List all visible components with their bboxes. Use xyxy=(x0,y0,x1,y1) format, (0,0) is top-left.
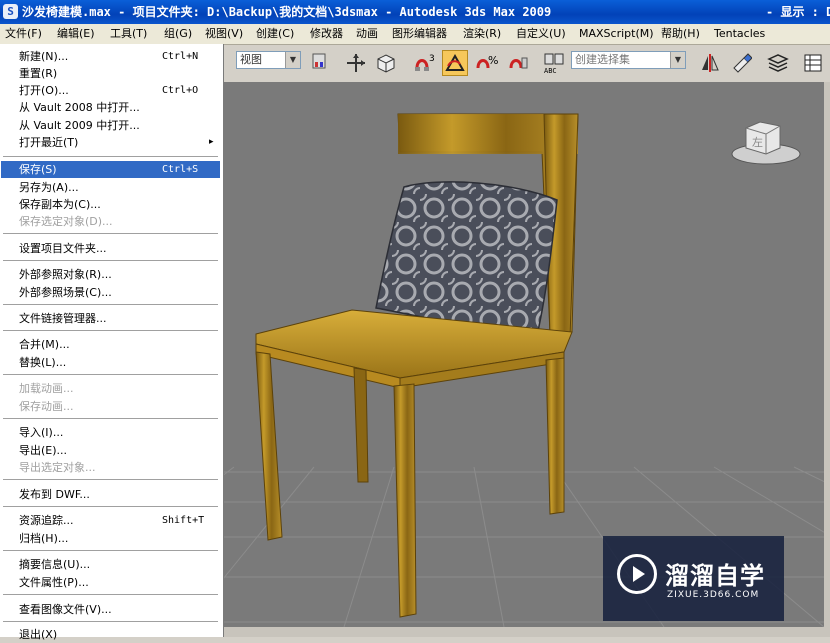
menu-item-save[interactable]: 保存(S) Ctrl+S xyxy=(1,161,220,178)
menu-item-save-animation: 保存动画... xyxy=(19,400,74,413)
named-selection-sets-dropdown[interactable]: 创建选择集 ▼ xyxy=(571,51,686,69)
mirror-icon[interactable] xyxy=(697,50,723,76)
menu-create[interactable]: 创建(C) xyxy=(256,26,294,42)
menu-edit[interactable]: 编辑(E) xyxy=(57,26,95,42)
menu-item-xref-scene[interactable]: 外部参照场景(C)... xyxy=(1,284,220,301)
menu-separator xyxy=(3,330,218,331)
menu-item-open[interactable]: 打开(O)... Ctrl+O xyxy=(1,82,220,99)
graphite-modeling-tools-icon[interactable] xyxy=(800,50,826,76)
menu-separator xyxy=(3,156,218,157)
menu-separator xyxy=(3,479,218,480)
window-title: 沙发椅建模.max - 项目文件夹: D:\Backup\我的文档\3dsmax… xyxy=(22,5,552,19)
play-logo-icon xyxy=(617,554,657,594)
menu-file[interactable]: 文件(F) xyxy=(5,26,42,42)
submenu-arrow-icon: ▸ xyxy=(209,137,214,147)
menu-item-xref-objects[interactable]: 外部参照对象(R)... xyxy=(1,266,220,283)
menu-views[interactable]: 视图(V) xyxy=(205,26,243,42)
menu-help[interactable]: 帮助(H) xyxy=(661,26,700,42)
menu-maxscript[interactable]: MAXScript(M) xyxy=(579,26,654,42)
menu-bar: 文件(F) 编辑(E) 工具(T) 组(G) 视图(V) 创建(C) 修改器 动… xyxy=(0,24,830,45)
chair-leg-front-right xyxy=(393,383,417,618)
menu-item-replace[interactable]: 替换(L)... xyxy=(1,354,220,371)
menu-separator xyxy=(3,594,218,595)
menu-item-set-project-folder[interactable]: 设置项目文件夹... xyxy=(1,240,220,257)
watermark: 溜溜自学 ZIXUE.3D66.COM xyxy=(603,536,784,621)
watermark-url: ZIXUE.3D66.COM xyxy=(667,590,760,600)
named-selection-sets-placeholder: 创建选择集 xyxy=(575,53,630,66)
pivot-center-icon[interactable] xyxy=(306,50,332,76)
chair-leg-back-left xyxy=(353,367,369,483)
menu-item-merge[interactable]: 合并(M)... xyxy=(1,336,220,353)
menu-separator xyxy=(3,233,218,234)
chevron-down-icon: ▼ xyxy=(285,52,300,68)
menu-item-file-properties[interactable]: 文件属性(P)... xyxy=(1,574,220,591)
svg-text:ABC: ABC xyxy=(544,67,557,75)
menu-separator xyxy=(3,506,218,507)
menu-group[interactable]: 组(G) xyxy=(164,26,192,42)
chair-leg-back-right xyxy=(545,357,565,515)
snap-dimension-label: 3 xyxy=(429,54,435,64)
file-menu-dropdown: 新建(N)... Ctrl+N 重置(R) 打开(O)... Ctrl+O 从 … xyxy=(0,44,224,641)
menu-item-asset-tracking[interactable]: 资源追踪... Shift+T xyxy=(1,512,220,529)
menu-modifiers[interactable]: 修改器 xyxy=(310,26,343,42)
reference-coordinate-dropdown[interactable]: 视图 ▼ xyxy=(236,51,301,69)
menu-item-archive[interactable]: 归档(H)... xyxy=(1,530,220,547)
chair-leg-front-left xyxy=(255,351,283,541)
menu-item-view-image-file[interactable]: 查看图像文件(V)... xyxy=(1,601,220,618)
select-and-manipulate-icon[interactable] xyxy=(343,50,369,76)
viewcube-icon: 左 xyxy=(731,121,801,165)
percent-label: % xyxy=(488,54,498,67)
menu-item-load-animation: 加载动画... xyxy=(19,382,74,395)
display-label: - 显示 : D xyxy=(766,5,830,19)
percent-snap-toggle-icon[interactable]: % xyxy=(474,50,500,76)
viewcube-label: 左 xyxy=(752,136,763,149)
menu-separator xyxy=(3,621,218,622)
menu-item-new[interactable]: 新建(N)... Ctrl+N xyxy=(1,48,220,65)
snaps-toggle-icon[interactable]: 3 xyxy=(412,50,438,76)
menu-item-exit[interactable]: 退出(X) xyxy=(1,626,220,643)
menu-separator xyxy=(3,260,218,261)
viewport-scrollbar[interactable] xyxy=(824,82,830,637)
edit-named-selection-icon[interactable]: ABC xyxy=(541,50,567,76)
menu-separator xyxy=(3,304,218,305)
menu-item-open-vault-2009[interactable]: 从 Vault 2009 中打开... xyxy=(1,117,220,134)
menu-tentacles[interactable]: Tentacles xyxy=(714,26,765,42)
menu-separator xyxy=(3,374,218,375)
spinner-snap-toggle-icon[interactable] xyxy=(505,50,531,76)
menu-item-open-recent[interactable]: 打开最近(T) ▸ xyxy=(1,134,220,151)
menu-item-save-selected: 保存选定对象(D)... xyxy=(19,215,113,228)
chevron-down-icon: ▼ xyxy=(670,52,685,68)
angle-snap-toggle-icon[interactable] xyxy=(442,50,468,76)
bottom-strip xyxy=(224,627,830,637)
title-bar: S 沙发椅建模.max - 项目文件夹: D:\Backup\我的文档\3dsm… xyxy=(0,0,830,24)
menu-separator xyxy=(3,418,218,419)
menu-item-publish-dwf[interactable]: 发布到 DWF... xyxy=(1,486,220,503)
app-icon[interactable]: S xyxy=(3,4,18,19)
menu-rendering[interactable]: 渲染(R) xyxy=(463,26,501,42)
reference-coordinate-value: 视图 xyxy=(240,53,262,66)
menu-animation[interactable]: 动画 xyxy=(356,26,378,42)
menu-item-export-selected: 导出选定对象... xyxy=(19,461,96,474)
menu-customize[interactable]: 自定义(U) xyxy=(516,26,566,42)
menu-item-save-copy-as[interactable]: 保存副本为(C)... xyxy=(1,196,220,213)
menu-separator xyxy=(3,550,218,551)
watermark-title: 溜溜自学 xyxy=(665,562,765,590)
menu-item-open-vault-2008[interactable]: 从 Vault 2008 中打开... xyxy=(1,99,220,116)
menu-item-reset[interactable]: 重置(R) xyxy=(1,65,220,82)
keyboard-shortcut-override-icon[interactable] xyxy=(373,50,399,76)
menu-item-summary-info[interactable]: 摘要信息(U)... xyxy=(1,556,220,573)
menu-tools[interactable]: 工具(T) xyxy=(110,26,147,42)
layer-manager-icon[interactable] xyxy=(765,50,791,76)
menu-item-import[interactable]: 导入(I)... xyxy=(1,424,220,441)
align-icon[interactable] xyxy=(728,50,754,76)
menu-item-export[interactable]: 导出(E)... xyxy=(1,442,220,459)
menu-graph-editors[interactable]: 图形编辑器 xyxy=(392,26,447,42)
menu-item-save-as[interactable]: 另存为(A)... xyxy=(1,179,220,196)
menu-item-file-link-manager[interactable]: 文件链接管理器... xyxy=(1,310,220,327)
